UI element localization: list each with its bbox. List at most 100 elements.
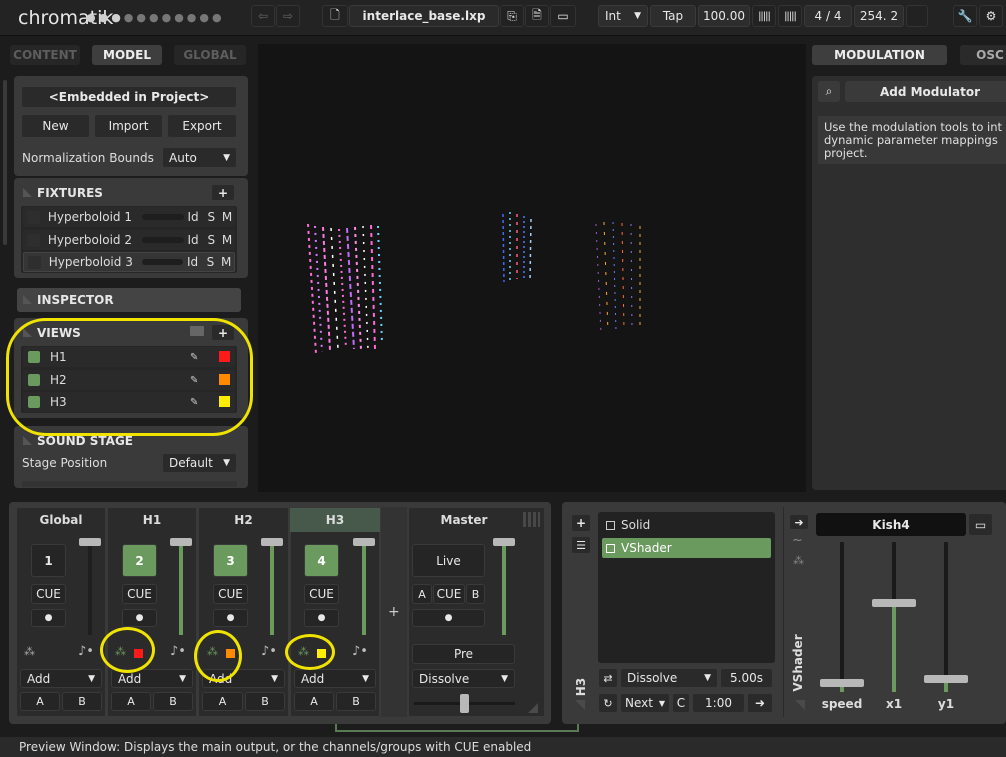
pattern-checkbox[interactable]: [606, 520, 615, 530]
channel-name[interactable]: Global: [16, 513, 106, 527]
grip-icon[interactable]: [523, 512, 540, 527]
arm-button[interactable]: ●: [304, 609, 339, 627]
fader-handle[interactable]: [261, 538, 283, 546]
tab-content[interactable]: CONTENT: [10, 45, 80, 65]
pre-button[interactable]: Pre: [412, 644, 515, 664]
collapse-icon[interactable]: [23, 436, 32, 445]
master-transition-select[interactable]: Dissolve ▼: [412, 669, 515, 688]
fixture-id-button[interactable]: Id: [188, 210, 204, 224]
view-selector-icon[interactable]: ⁂: [24, 645, 35, 658]
crossfade-a-button[interactable]: A: [20, 692, 60, 711]
inspector-header[interactable]: INSPECTOR: [17, 288, 241, 312]
master-b-button[interactable]: B: [466, 584, 485, 604]
c-button[interactable]: C: [672, 693, 690, 713]
settings-icon[interactable]: ⚙: [979, 5, 1003, 27]
crossfade-b-button[interactable]: B: [336, 692, 376, 711]
clock-mode-select[interactable]: Int ▼: [598, 5, 648, 27]
crossfade-b-button[interactable]: B: [153, 692, 193, 711]
fixture-solo-button[interactable]: S: [203, 210, 219, 224]
channel-number-button[interactable]: 2: [122, 544, 157, 577]
cue-button[interactable]: CUE: [304, 584, 339, 604]
tempo-field[interactable]: 100.00: [698, 5, 750, 27]
add-fixture-button[interactable]: +: [211, 184, 235, 201]
param-fader-track[interactable]: [944, 542, 948, 692]
cycle-time-field[interactable]: 1:00: [692, 693, 745, 713]
import-button[interactable]: Import: [94, 114, 163, 138]
cue-button[interactable]: CUE: [213, 584, 248, 604]
channel-name[interactable]: H3: [290, 513, 380, 527]
tab-global[interactable]: GLOBAL: [174, 45, 246, 65]
fixture-enable-checkbox[interactable]: [27, 210, 40, 224]
fixture-brightness-bar[interactable]: [141, 237, 184, 243]
fixture-id-button[interactable]: Id: [187, 255, 203, 269]
cue-button[interactable]: CUE: [31, 584, 66, 604]
normalization-select[interactable]: Auto ▼: [162, 147, 237, 168]
crossfade-a-button[interactable]: A: [202, 692, 243, 711]
wave-icon[interactable]: ~: [792, 533, 803, 548]
pattern-checkbox[interactable]: [606, 543, 615, 553]
embedded-project-field[interactable]: <Embedded in Project>: [21, 86, 237, 108]
crossfade-b-button[interactable]: B: [245, 692, 285, 711]
resize-corner-icon[interactable]: [575, 700, 585, 710]
param-fader-handle[interactable]: [820, 679, 864, 687]
fixture-brightness-bar[interactable]: [141, 214, 184, 220]
search-icon[interactable]: ⌕: [818, 81, 840, 102]
channel-name[interactable]: H1: [107, 513, 197, 527]
add-modulator-button[interactable]: Add Modulator: [845, 81, 1006, 102]
new-file-icon[interactable]: 🗎: [525, 5, 549, 27]
channel-fader[interactable]: [270, 540, 274, 635]
add-pattern-button[interactable]: +: [571, 514, 591, 532]
fader-handle[interactable]: [170, 538, 192, 546]
arm-button[interactable]: ●: [122, 609, 157, 627]
fixture-mute-button[interactable]: M: [218, 255, 234, 269]
channel-fader[interactable]: [88, 540, 92, 635]
pattern-item[interactable]: VShader: [602, 538, 771, 558]
music-note-icon[interactable]: ♪•: [78, 644, 94, 659]
tab-modulation[interactable]: MODULATION: [812, 45, 947, 65]
music-note-icon[interactable]: ♪•: [261, 644, 277, 659]
blend-mode-select[interactable]: Add ▼: [294, 669, 376, 688]
cycle-icon[interactable]: ↻: [598, 693, 618, 713]
fixture-brightness-bar[interactable]: [141, 259, 183, 265]
next-select[interactable]: Next ▼: [620, 693, 670, 713]
nudge-down-icon[interactable]: |||||: [752, 5, 776, 27]
music-note-icon[interactable]: ♪•: [352, 644, 368, 659]
trigger-next-button[interactable]: ➜: [747, 693, 773, 713]
file-icon[interactable]: 🗋: [322, 5, 348, 27]
resize-corner-icon[interactable]: [795, 700, 805, 710]
back-button[interactable]: ⇦: [251, 5, 275, 27]
device-expand-icon[interactable]: ➜: [789, 514, 809, 530]
stage-position-select[interactable]: Default ▼: [162, 453, 237, 473]
wrench-icon[interactable]: 🔧: [953, 5, 977, 27]
fader-handle[interactable]: [353, 538, 375, 546]
live-button[interactable]: Live: [412, 544, 485, 577]
plus-icon[interactable]: +: [388, 604, 400, 620]
left-scrollbar[interactable]: [3, 80, 7, 245]
preset-folder-icon[interactable]: ▭: [968, 513, 993, 536]
arm-button[interactable]: ●: [213, 609, 248, 627]
preset-name-field[interactable]: Kish4: [816, 513, 966, 536]
fixture-enable-checkbox[interactable]: [27, 233, 40, 247]
fixture-row[interactable]: Hyperboloid 2 Id S M: [23, 230, 235, 250]
tab-model[interactable]: MODEL: [92, 45, 162, 65]
master-fader[interactable]: [502, 540, 506, 635]
transition-select[interactable]: Dissolve ▼: [620, 668, 718, 688]
master-name[interactable]: Master: [408, 513, 520, 527]
crossfader-handle[interactable]: [460, 694, 469, 713]
transition-duration-field[interactable]: 5.00s: [720, 668, 773, 688]
fixture-mute-button[interactable]: M: [219, 233, 235, 247]
fader-handle[interactable]: [493, 538, 515, 546]
collapse-icon[interactable]: [23, 295, 32, 304]
fixture-id-button[interactable]: Id: [188, 233, 204, 247]
folder-icon[interactable]: ▭: [550, 5, 576, 27]
param-fader-handle[interactable]: [872, 599, 916, 607]
export-button[interactable]: Export: [167, 114, 237, 138]
save-as-icon[interactable]: ⎘: [500, 5, 524, 27]
channel-number-button[interactable]: 1: [31, 544, 66, 577]
fixture-enable-checkbox[interactable]: [28, 255, 41, 269]
channel-number-button[interactable]: 3: [213, 544, 248, 577]
fixture-row[interactable]: Hyperboloid 3 Id S M: [23, 252, 235, 272]
preview-window[interactable]: [258, 44, 806, 492]
tap-button[interactable]: Tap: [650, 5, 696, 27]
time-signature-field[interactable]: 4 / 4: [804, 5, 852, 27]
